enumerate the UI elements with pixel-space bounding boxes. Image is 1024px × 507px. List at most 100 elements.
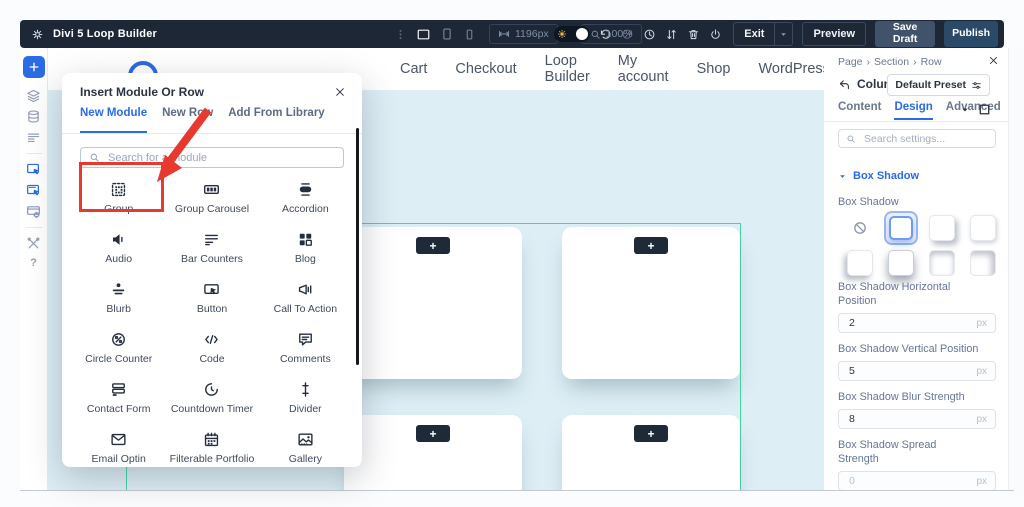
module-item-bar-counters[interactable]: Bar Counters xyxy=(165,222,258,272)
modal-tab-add-from-library[interactable]: Add From Library xyxy=(228,107,324,133)
field-unit: px xyxy=(976,413,987,425)
portability-power-icon[interactable] xyxy=(709,28,722,41)
shadow-preset-inset-top[interactable] xyxy=(924,249,959,277)
rail-page-settings-icon[interactable] xyxy=(26,204,41,219)
panel-close-icon[interactable] xyxy=(988,55,999,66)
box-shadow-presets xyxy=(842,211,1000,277)
breadcrumb-section[interactable]: Section xyxy=(874,56,909,68)
nav-item[interactable]: WordPress xyxy=(758,61,824,77)
module-email-icon xyxy=(110,430,127,448)
settings-search[interactable] xyxy=(838,129,1017,148)
panel-tab-design[interactable]: Design xyxy=(894,101,933,120)
viewport-width-box[interactable]: 1196px xyxy=(489,24,558,44)
module-item-contact-form[interactable]: Contact Form xyxy=(72,372,165,422)
history-clock-icon[interactable] xyxy=(643,28,656,41)
field-input[interactable] xyxy=(847,316,977,331)
module-comments-icon xyxy=(297,330,314,348)
rail-divider xyxy=(25,153,42,154)
module-item-circle-counter[interactable]: Circle Counter xyxy=(72,322,165,372)
kebab-menu-icon[interactable] xyxy=(394,28,407,41)
exit-caret-icon[interactable] xyxy=(774,23,792,45)
panel-scrollbar[interactable] xyxy=(1008,48,1024,490)
modal-close-icon[interactable] xyxy=(334,86,346,98)
module-gallery-icon xyxy=(297,430,314,448)
rail-builder-tools-icon[interactable] xyxy=(26,236,41,251)
rail-insert-row-icon[interactable] xyxy=(26,183,41,198)
phone-view-icon[interactable] xyxy=(463,28,476,41)
tab-overflow-caret-icon[interactable] xyxy=(960,105,970,115)
rail-add-module-icon[interactable] xyxy=(22,56,45,78)
module-item-filterable-portfolio[interactable]: Filterable Portfolio xyxy=(165,422,258,472)
module-item-countdown-timer[interactable]: Countdown Timer xyxy=(165,372,258,422)
shadow-preset-bottom[interactable] xyxy=(965,214,1000,242)
tablet-view-icon[interactable] xyxy=(440,27,454,41)
add-module-chip[interactable]: + xyxy=(634,425,668,442)
module-cta-icon xyxy=(297,280,314,298)
shadow-preset-selected-glow[interactable] xyxy=(883,211,918,245)
breadcrumb-row[interactable]: Row xyxy=(921,56,942,68)
box-shadow-section-header[interactable]: Box Shadow xyxy=(838,170,919,182)
settings-gear-icon[interactable] xyxy=(31,28,44,41)
add-module-chip[interactable]: + xyxy=(416,237,450,254)
module-item-blurb[interactable]: Blurb xyxy=(72,272,165,322)
rail-outline-list-icon[interactable] xyxy=(26,130,41,145)
preview-button[interactable]: Preview xyxy=(802,22,867,46)
module-item-divider[interactable]: Divider xyxy=(259,372,352,422)
zoom-magnifier-icon xyxy=(590,29,601,40)
shadow-preset-inset-corner[interactable] xyxy=(965,249,1000,277)
publish-button[interactable]: Publish xyxy=(944,21,998,47)
field-input[interactable] xyxy=(847,474,977,489)
field-input[interactable] xyxy=(847,412,977,427)
breadcrumb-page[interactable]: Page xyxy=(838,56,863,68)
loop-card[interactable]: + xyxy=(344,415,522,490)
module-item-gallery[interactable]: Gallery xyxy=(259,422,352,472)
module-label: Call To Action xyxy=(273,302,338,315)
module-item-email-optin[interactable]: Email Optin xyxy=(72,422,165,472)
rail-layers-icon[interactable] xyxy=(26,88,41,103)
trash-icon[interactable] xyxy=(687,28,700,41)
nav-item[interactable]: Shop xyxy=(697,61,731,77)
loop-card[interactable]: + xyxy=(562,227,740,379)
field-input[interactable] xyxy=(847,364,977,379)
module-label: Contact Form xyxy=(86,402,151,415)
sort-arrows-icon[interactable] xyxy=(665,28,678,41)
nav-item[interactable]: Loop Builder xyxy=(545,53,590,85)
nav-item[interactable]: My account xyxy=(618,53,669,85)
exit-button[interactable]: Exit xyxy=(734,28,774,40)
nav-item[interactable]: Checkout xyxy=(455,61,516,77)
loop-card[interactable]: + xyxy=(344,227,522,379)
extend-styles-icon[interactable] xyxy=(978,103,991,116)
module-item-accordion[interactable]: Accordion xyxy=(259,172,352,222)
rail-loop-data-icon[interactable] xyxy=(26,109,41,124)
nav-item[interactable]: Cart xyxy=(400,61,427,77)
loop-card[interactable]: + xyxy=(562,415,740,490)
panel-tab-content[interactable]: Content xyxy=(838,101,881,120)
modal-scrollbar-thumb[interactable] xyxy=(356,128,359,365)
module-item-button[interactable]: Button xyxy=(165,272,258,322)
desktop-view-icon[interactable] xyxy=(416,27,431,42)
field-label: Box Shadow Vertical Position xyxy=(838,343,979,356)
module-item-blog[interactable]: Blog xyxy=(259,222,352,272)
modal-tab-new-module[interactable]: New Module xyxy=(80,107,148,133)
add-module-chip[interactable]: + xyxy=(634,237,668,254)
module-item-comments[interactable]: Comments xyxy=(259,322,352,372)
rail-insert-module-icon[interactable] xyxy=(26,162,41,177)
shadow-preset-bottom-right[interactable] xyxy=(924,214,959,242)
viewport-bottom-edge xyxy=(20,490,1014,491)
module-item-call-to-action[interactable]: Call To Action xyxy=(259,272,352,322)
default-preset-button[interactable]: Default Preset xyxy=(887,74,990,96)
module-item-audio[interactable]: Audio xyxy=(72,222,165,272)
rail-help-icon[interactable]: ? xyxy=(30,257,37,269)
back-arrow-icon[interactable] xyxy=(838,78,851,91)
shadow-preset-bottom-left[interactable] xyxy=(842,249,877,277)
save-draft-button[interactable]: Save Draft xyxy=(875,21,936,47)
module-item-code[interactable]: Code xyxy=(165,322,258,372)
light-dark-toggle[interactable] xyxy=(554,26,591,42)
shadow-preset-bottom-strong[interactable] xyxy=(883,249,918,277)
add-module-chip[interactable]: + xyxy=(416,425,450,442)
shadow-preset-none[interactable] xyxy=(842,214,877,242)
module-blog-icon xyxy=(297,230,314,248)
settings-search-input[interactable] xyxy=(862,131,1001,146)
module-label: Email Optin xyxy=(91,452,146,465)
breadcrumb-separator: › xyxy=(913,56,917,68)
